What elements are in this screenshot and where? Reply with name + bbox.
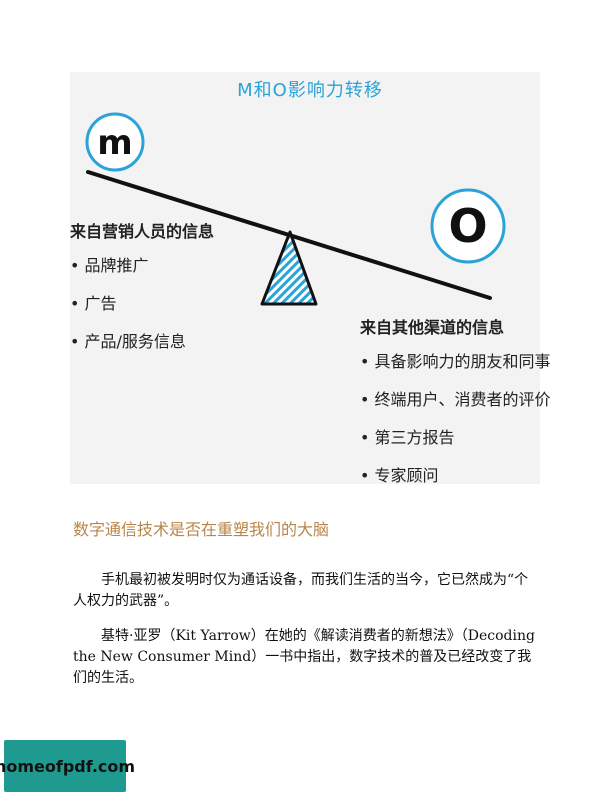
list-item: 专家顾问 <box>360 462 551 486</box>
site-watermark-badge[interactable]: homeofpdf.com <box>0 740 135 792</box>
other-channels-list: 具备影响力的朋友和同事 终端用户、消费者的评价 第三方报告 专家顾问 <box>360 348 551 486</box>
list-item: 产品/服务信息 <box>70 328 214 352</box>
o-letter: O <box>448 199 487 253</box>
other-channels-column: 来自其他渠道的信息 具备影响力的朋友和同事 终端用户、消费者的评价 第三方报告 … <box>360 314 551 500</box>
marketer-info-list: 品牌推广 广告 产品/服务信息 <box>70 252 214 352</box>
marketer-info-column: 来自营销人员的信息 品牌推广 广告 产品/服务信息 <box>70 218 214 366</box>
section-heading: 数字通信技术是否在重塑我们的大脑 <box>73 520 330 539</box>
list-item: 品牌推广 <box>70 252 214 276</box>
list-item: 终端用户、消费者的评价 <box>360 386 551 410</box>
body-paragraph: 手机最初被发明时仅为通话设备，而我们生活的当今，它已然成为“个人权力的武器”。 <box>73 572 529 609</box>
site-watermark-text: homeofpdf.com <box>0 756 136 776</box>
other-channels-heading: 来自其他渠道的信息 <box>360 318 505 337</box>
list-item: 第三方报告 <box>360 424 551 448</box>
list-item: 广告 <box>70 290 214 314</box>
influence-shift-figure: M和O影响力转移 m O 来自营销人员的信息 品牌推广 广告 产品/服务信息 来… <box>70 72 551 485</box>
m-letter: m <box>97 123 132 163</box>
body-paragraph: 基特·亚罗（Kit Yarrow）在她的《解读消费者的新想法》（Decoding… <box>73 628 535 686</box>
marketer-info-heading: 来自营销人员的信息 <box>70 222 215 241</box>
list-item: 具备影响力的朋友和同事 <box>360 348 551 372</box>
